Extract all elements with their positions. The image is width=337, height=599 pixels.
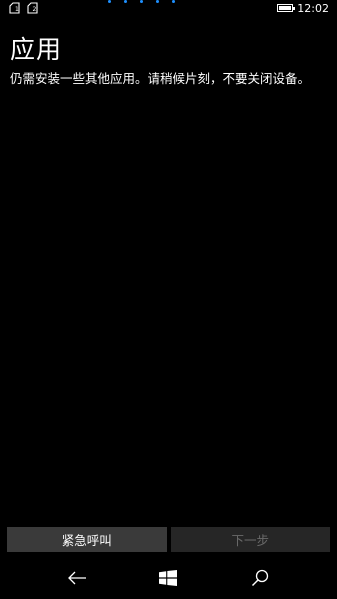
next-button[interactable]: 下一步 — [170, 527, 330, 552]
back-arrow-icon[interactable] — [66, 568, 88, 588]
progress-dot — [124, 0, 127, 3]
progress-dot — [108, 0, 111, 3]
page-title: 应用 — [10, 35, 63, 64]
sim-2-icon: 2 — [27, 2, 41, 14]
navigation-bar — [0, 556, 337, 599]
progress-dot — [156, 0, 159, 3]
svg-text:1: 1 — [15, 6, 19, 13]
svg-text:2: 2 — [33, 6, 37, 13]
progress-dots — [108, 0, 175, 4]
progress-dot — [172, 0, 175, 3]
battery-fill — [279, 6, 291, 10]
search-icon[interactable] — [249, 568, 271, 588]
page-description: 仍需安装一些其他应用。请稍候片刻，不要关闭设备。 — [10, 71, 311, 86]
windows-start-icon[interactable] — [157, 568, 179, 588]
status-bar: 1 2 12:02 — [0, 0, 337, 18]
clock: 12:02 — [297, 2, 329, 15]
progress-dot — [140, 0, 143, 3]
sim-1-icon: 1 — [9, 2, 23, 14]
emergency-call-button[interactable]: 紧急呼叫 — [7, 527, 167, 552]
battery-icon — [277, 4, 295, 12]
action-bar: 紧急呼叫 下一步 — [7, 527, 330, 552]
